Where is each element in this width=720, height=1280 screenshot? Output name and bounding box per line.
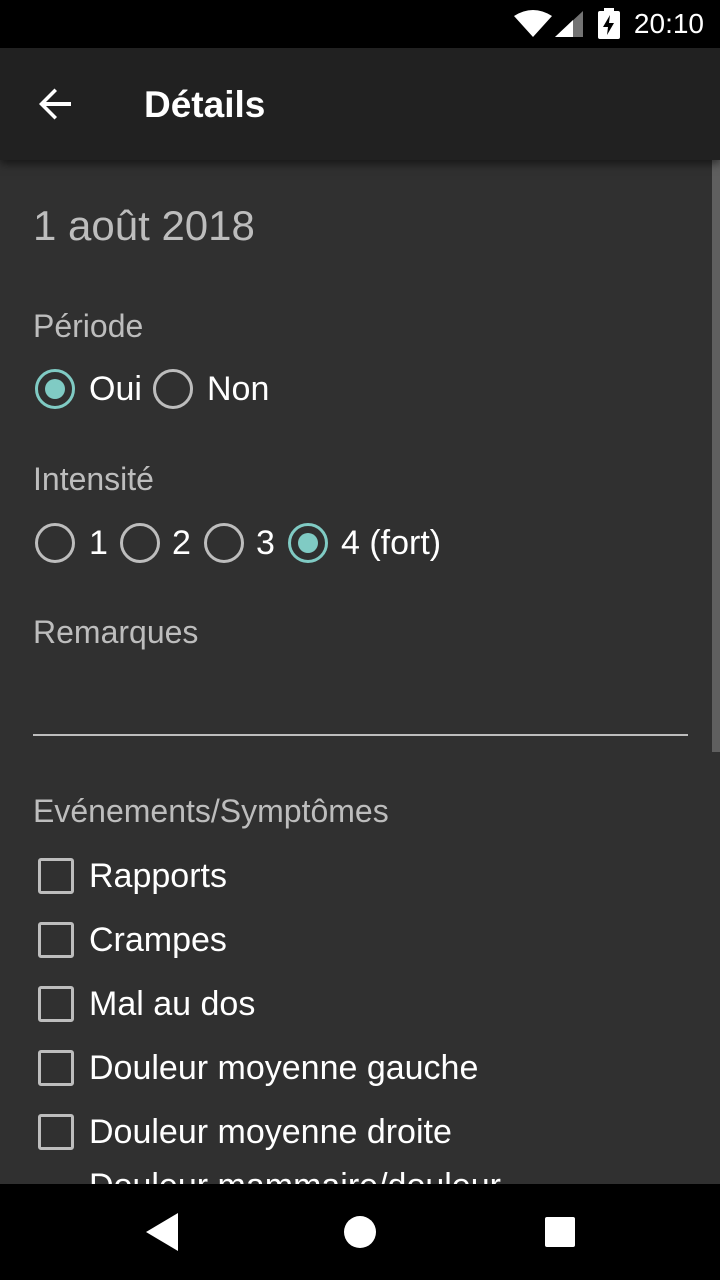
periode-oui-radio[interactable] (35, 369, 75, 409)
details-form: 1 août 2018 Période Oui Non Intensité 1 … (0, 160, 720, 1184)
scrollbar[interactable] (712, 160, 720, 752)
mal-au-dos-label: Mal au dos (89, 985, 256, 1023)
rapports-label: Rapports (89, 857, 227, 895)
crampes-label: Crampes (89, 921, 227, 959)
status-bar: 20:10 (0, 0, 720, 48)
intensite-2-label: 2 (172, 524, 191, 562)
page-title: Détails (144, 84, 266, 125)
status-time: 20:10 (633, 8, 704, 39)
intensite-4-label: 4 (fort) (341, 524, 442, 562)
douleur-gauche-checkbox[interactable] (38, 1050, 74, 1086)
douleur-gauche-label: Douleur moyenne gauche (89, 1049, 479, 1087)
intensite-2-radio[interactable] (120, 523, 160, 563)
cell-signal-icon (555, 11, 583, 37)
douleur-droite-checkbox[interactable] (38, 1114, 74, 1150)
periode-non-radio[interactable] (153, 369, 193, 409)
navigation-bar (0, 1184, 720, 1280)
intensite-3-radio[interactable] (204, 523, 244, 563)
rapports-checkbox[interactable] (38, 858, 74, 894)
wifi-icon (514, 10, 552, 37)
back-button[interactable] (22, 70, 90, 138)
crampes-checkbox[interactable] (38, 922, 74, 958)
intensite-1-radio[interactable] (35, 523, 75, 563)
evenements-label: Evénements/Symptômes (33, 793, 389, 829)
intensite-label: Intensité (33, 461, 154, 497)
nav-home-icon[interactable] (344, 1216, 376, 1248)
app-bar: Détails (0, 48, 720, 160)
nav-recents-icon[interactable] (545, 1217, 575, 1247)
remarques-label: Remarques (33, 614, 199, 650)
periode-oui-label: Oui (89, 370, 142, 408)
nav-back-icon[interactable] (143, 1200, 183, 1264)
intensite-4-radio[interactable] (288, 523, 328, 563)
battery-charging-icon (598, 8, 620, 39)
intensite-3-label: 3 (256, 524, 275, 562)
mal-au-dos-checkbox[interactable] (38, 986, 74, 1022)
entry-date: 1 août 2018 (33, 202, 255, 249)
periode-non-label: Non (207, 370, 270, 408)
intensite-1-label: 1 (89, 524, 108, 562)
douleur-mammaire-label: Douleur mammaire/douleur (89, 1166, 501, 1184)
periode-label: Période (33, 308, 144, 344)
arrow-back-icon (39, 88, 71, 120)
douleur-droite-label: Douleur moyenne droite (89, 1113, 452, 1151)
remarques-input[interactable] (33, 734, 688, 736)
